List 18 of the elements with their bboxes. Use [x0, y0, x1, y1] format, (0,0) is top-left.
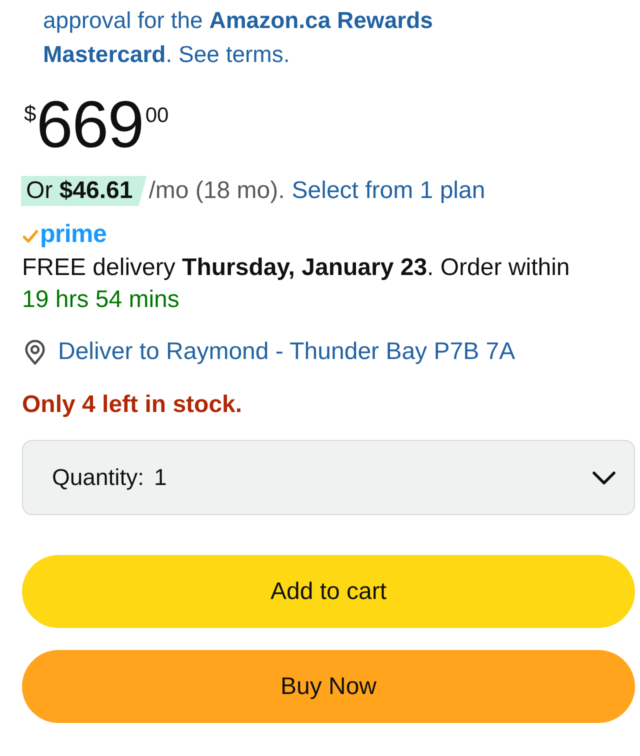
- quantity-dropdown[interactable]: Quantity: 1: [22, 440, 635, 515]
- location-pin-icon: [24, 340, 46, 364]
- installment-amount: Or $46.61: [21, 176, 147, 206]
- delivery-text: FREE delivery Thursday, January 23. Order within: [22, 253, 570, 283]
- installment-term: /mo (18 mo).: [148, 176, 285, 206]
- stock-status: Only 4 left in stock.: [22, 390, 242, 420]
- deliver-to-link[interactable]: Deliver to Raymond - Thunder Bay P7B 7A: [58, 336, 516, 368]
- price-whole: 669: [36, 91, 144, 158]
- plan-link[interactable]: Select from 1 plan: [292, 176, 486, 206]
- add-to-cart-button[interactable]: Add to cart: [22, 555, 635, 628]
- buy-now-button[interactable]: Buy Now: [22, 650, 635, 723]
- prime-label: prime: [40, 221, 107, 247]
- card-offer-link[interactable]: approval for the Amazon.ca Rewards Mastercard. See terms.: [43, 3, 563, 71]
- price-currency: $: [24, 103, 36, 125]
- price-fraction: 00: [145, 105, 169, 127]
- check-icon: [23, 230, 38, 243]
- order-countdown: 19 hrs 54 mins: [22, 285, 180, 315]
- chevron-down-icon: [592, 470, 616, 484]
